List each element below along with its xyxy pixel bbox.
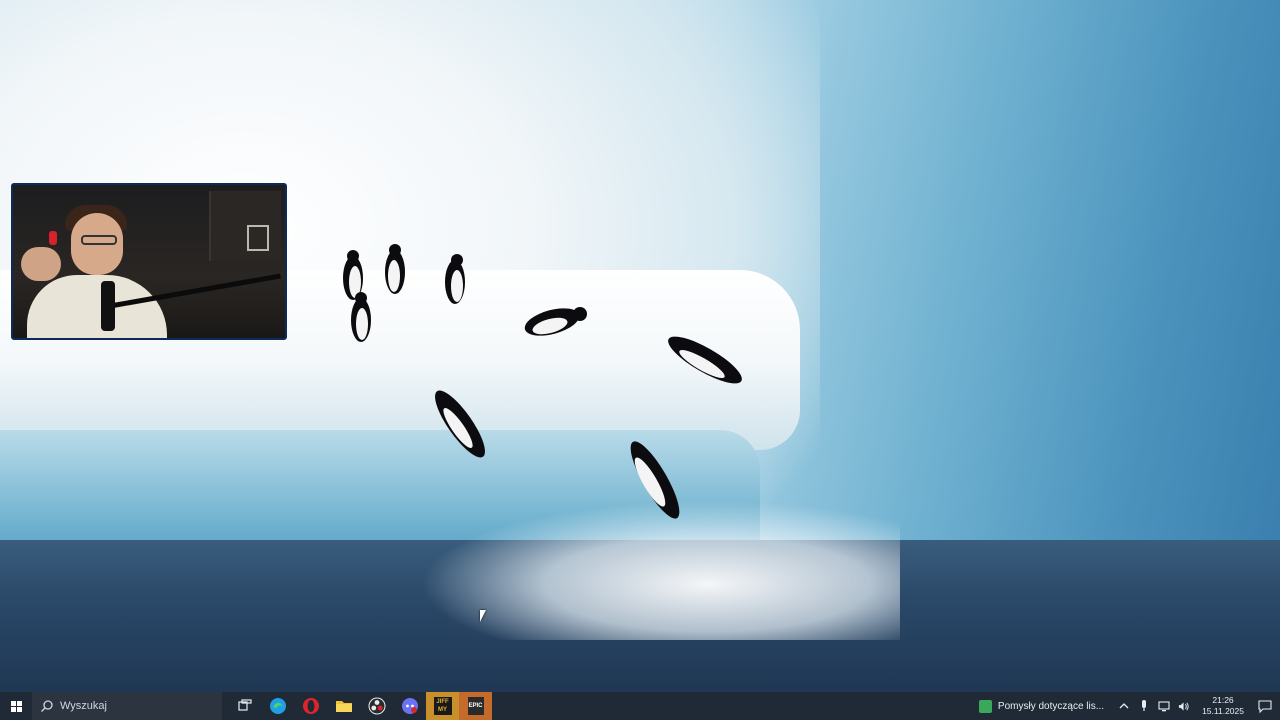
background-light bbox=[49, 231, 57, 245]
penguin bbox=[520, 300, 590, 340]
background-picture-frame bbox=[247, 225, 269, 251]
epic-games-button[interactable]: EPIC bbox=[459, 692, 492, 720]
opera-icon bbox=[302, 698, 319, 714]
taskbar: Wyszukaj JIFF MY EPIC Pomysły dotyczące … bbox=[0, 692, 1280, 720]
microphone-icon[interactable] bbox=[1138, 700, 1150, 712]
windows-logo-icon bbox=[10, 700, 22, 712]
taskbar-apps: JIFF MY EPIC bbox=[228, 692, 492, 720]
news-widget-icon bbox=[978, 699, 992, 713]
clock-date: 15.11.2025 bbox=[1202, 706, 1244, 716]
discord-button[interactable] bbox=[393, 692, 426, 720]
taskbar-search[interactable]: Wyszukaj bbox=[32, 692, 222, 720]
penguin bbox=[650, 318, 760, 398]
edge-button[interactable] bbox=[261, 692, 294, 720]
mouse-cursor bbox=[480, 610, 486, 622]
penguin bbox=[382, 242, 408, 296]
news-widget[interactable]: Pomysły dotyczące lis... bbox=[971, 692, 1112, 720]
microphone-icon bbox=[101, 281, 115, 331]
desktop[interactable] bbox=[0, 0, 1280, 692]
notification-icon bbox=[1258, 699, 1272, 713]
streamer-glasses bbox=[81, 235, 117, 245]
obs-button[interactable] bbox=[360, 692, 393, 720]
epic-games-icon: EPIC bbox=[467, 697, 484, 715]
chevron-up-icon[interactable] bbox=[1118, 700, 1130, 712]
penguin bbox=[442, 252, 468, 306]
clock-time: 21:26 bbox=[1212, 695, 1234, 705]
jiffy-my-label-bottom: MY bbox=[438, 707, 447, 713]
news-widget-text: Pomysły dotyczące lis... bbox=[997, 700, 1105, 712]
volume-icon[interactable] bbox=[1178, 700, 1190, 712]
system-tray bbox=[1112, 692, 1196, 720]
search-icon bbox=[41, 700, 53, 712]
edge-icon bbox=[269, 698, 286, 714]
task-view-button[interactable] bbox=[228, 692, 261, 720]
streamer-hand bbox=[21, 247, 61, 281]
penguin bbox=[610, 428, 700, 532]
search-placeholder: Wyszukaj bbox=[60, 700, 107, 712]
jiffy-my-label-top: JIFF bbox=[436, 699, 449, 705]
discord-icon bbox=[401, 698, 418, 714]
jiffy-my-icon: JIFF MY bbox=[433, 697, 452, 715]
folder-icon bbox=[335, 701, 352, 712]
penguin bbox=[420, 378, 500, 470]
jiffy-my-button[interactable]: JIFF MY bbox=[426, 692, 459, 720]
webcam-overlay[interactable] bbox=[11, 183, 287, 340]
penguin bbox=[348, 290, 374, 344]
taskbar-clock[interactable]: 21:26 15.11.2025 bbox=[1196, 692, 1250, 720]
start-button[interactable] bbox=[0, 692, 32, 720]
task-view-icon bbox=[237, 699, 252, 711]
file-explorer-button[interactable] bbox=[327, 692, 360, 720]
network-icon[interactable] bbox=[1158, 700, 1170, 712]
action-center-button[interactable] bbox=[1250, 692, 1280, 720]
obs-icon bbox=[368, 697, 385, 715]
background-shelf bbox=[209, 191, 281, 261]
epic-games-label: EPIC bbox=[468, 703, 483, 709]
opera-button[interactable] bbox=[294, 692, 327, 720]
streamer-shirt bbox=[27, 275, 167, 338]
